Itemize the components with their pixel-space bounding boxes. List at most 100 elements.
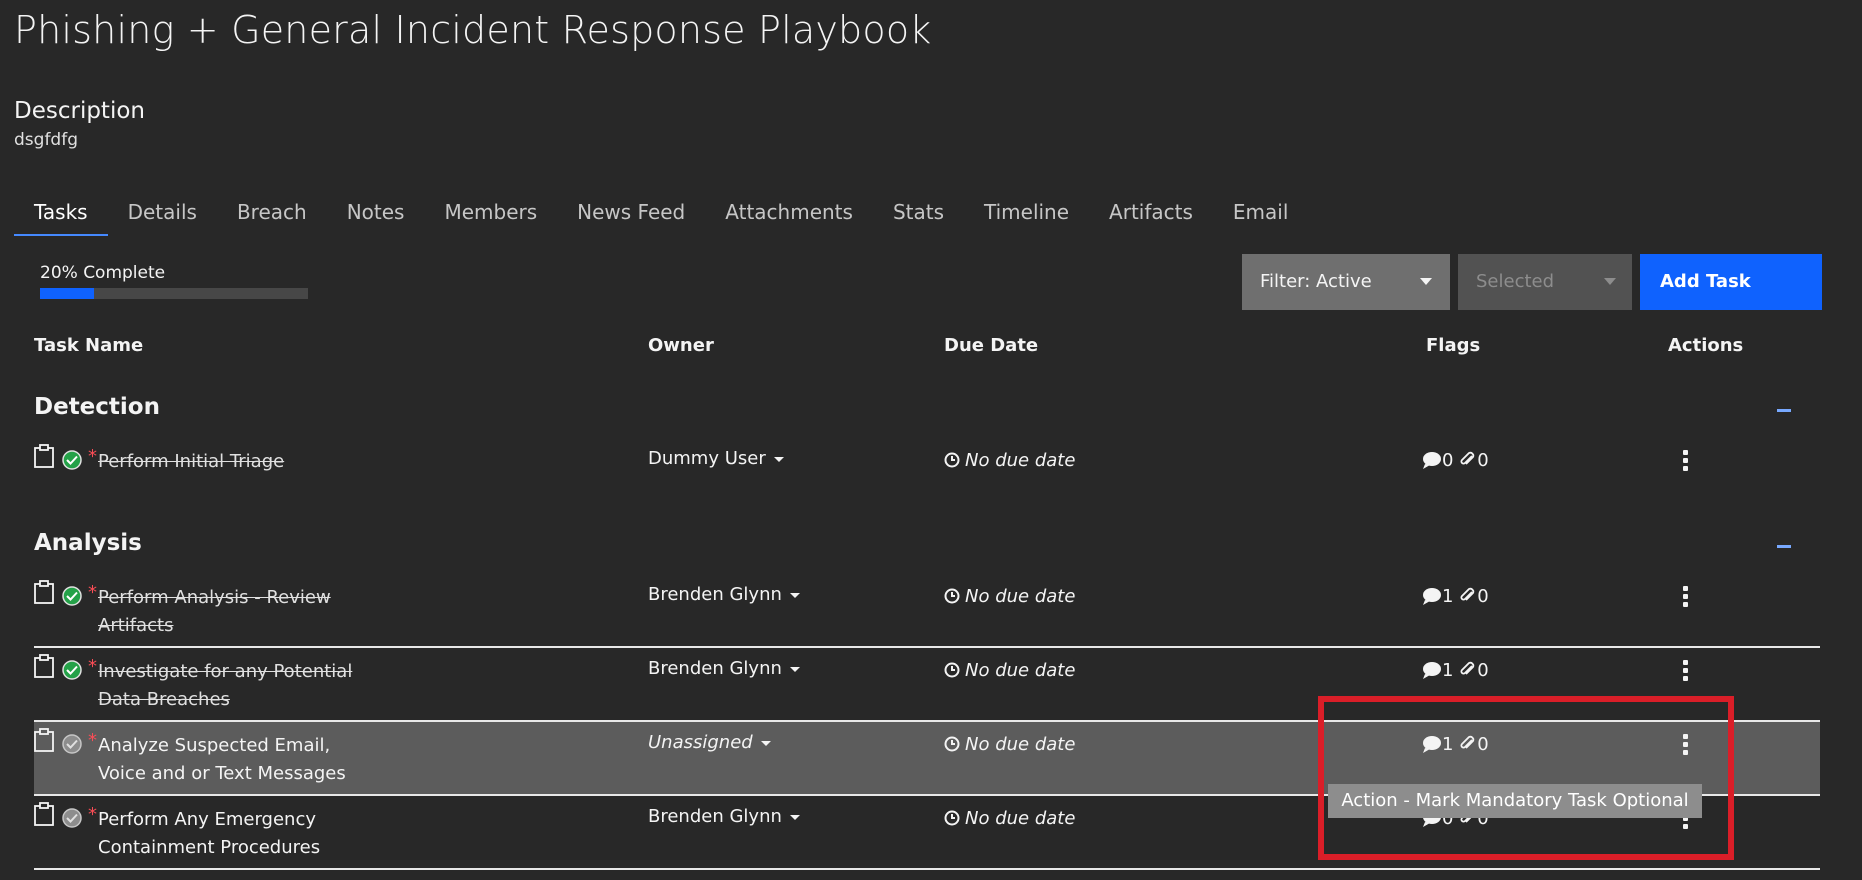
paperclip-icon[interactable] (1459, 587, 1477, 605)
owner-dropdown[interactable]: Brenden Glynn (648, 584, 800, 605)
collapse-analysis-icon[interactable] (1777, 545, 1791, 548)
comment-count: 1 (1442, 586, 1454, 607)
caret-down-icon (1420, 278, 1432, 285)
tab-notes[interactable]: Notes (327, 198, 425, 234)
task-row[interactable]: * Perform Initial Triage Dummy User No d… (34, 438, 1820, 511)
owner-name: Brenden Glynn (648, 658, 782, 679)
clipboard-icon[interactable] (34, 444, 54, 468)
tab-email[interactable]: Email (1213, 198, 1309, 234)
column-header-task-name[interactable]: Task Name (34, 335, 143, 356)
due-date: No due date (944, 450, 1075, 471)
filter-label: Filter: Active (1260, 271, 1372, 292)
progress-label: 20% Complete (40, 263, 166, 283)
owner-name: Brenden Glynn (648, 806, 782, 827)
attachment-count: 0 (1477, 586, 1489, 607)
tab-attachments[interactable]: Attachments (705, 198, 873, 234)
tab-artifacts[interactable]: Artifacts (1089, 198, 1213, 234)
flags: 1 0 (1422, 660, 1489, 681)
attachment-count: 0 (1477, 660, 1489, 681)
tab-news-feed[interactable]: News Feed (557, 198, 705, 234)
due-date: No due date (944, 586, 1075, 607)
comment-icon[interactable] (1422, 451, 1442, 469)
paperclip-icon[interactable] (1459, 451, 1477, 469)
filter-dropdown[interactable]: Filter: Active (1242, 254, 1450, 310)
comment-count: 0 (1442, 450, 1454, 471)
comment-icon[interactable] (1422, 661, 1442, 679)
flags: 1 0 (1422, 586, 1489, 607)
progress-bar (40, 288, 308, 299)
kebab-menu-icon[interactable] (1680, 450, 1690, 472)
clock-icon (944, 736, 960, 752)
progress-fill (40, 288, 94, 299)
task-name[interactable]: Investigate for any Potential Data Breac… (98, 658, 358, 714)
column-header-due-date[interactable]: Due Date (944, 335, 1038, 356)
clipboard-icon[interactable] (34, 728, 54, 752)
due-date-text: No due date (965, 660, 1076, 681)
task-name[interactable]: Perform Initial Triage (98, 448, 358, 476)
tab-stats[interactable]: Stats (873, 198, 964, 234)
task-row[interactable]: * Perform Analysis - Review Artifacts Br… (34, 574, 1820, 647)
row-divider (34, 868, 1820, 870)
due-date-text: No due date (965, 450, 1076, 471)
owner-name: Brenden Glynn (648, 584, 782, 605)
selected-label: Selected (1476, 271, 1555, 292)
required-star-icon: * (88, 730, 97, 751)
caret-down-icon (789, 666, 800, 672)
tab-details[interactable]: Details (108, 198, 217, 234)
check-circle-icon[interactable] (62, 734, 82, 754)
highlight-box (1318, 696, 1734, 860)
check-circle-icon[interactable] (62, 808, 82, 828)
due-date-text: No due date (965, 734, 1076, 755)
clipboard-icon[interactable] (34, 802, 54, 826)
due-date: No due date (944, 660, 1075, 681)
check-circle-icon[interactable] (62, 586, 82, 606)
tab-tasks[interactable]: Tasks (14, 198, 108, 236)
check-circle-icon[interactable] (62, 660, 82, 680)
add-task-button[interactable]: Add Task (1640, 254, 1822, 310)
paperclip-icon[interactable] (1459, 661, 1477, 679)
column-header-flags: Flags (1426, 335, 1481, 356)
clock-icon (944, 452, 960, 468)
caret-down-icon (773, 456, 784, 462)
tab-bar: Tasks Details Breach Notes Members News … (14, 198, 1308, 236)
column-header-owner[interactable]: Owner (648, 335, 714, 356)
column-header-actions: Actions (1668, 335, 1744, 356)
comment-icon[interactable] (1422, 587, 1442, 605)
comment-count: 1 (1442, 660, 1454, 681)
section-title-analysis: Analysis (34, 530, 142, 556)
caret-down-icon (1604, 278, 1616, 285)
clipboard-icon[interactable] (34, 580, 54, 604)
due-date-text: No due date (965, 808, 1076, 829)
clock-icon (944, 662, 960, 678)
due-date: No due date (944, 808, 1075, 829)
owner-dropdown[interactable]: Unassigned (648, 732, 771, 753)
due-date: No due date (944, 734, 1075, 755)
tab-timeline[interactable]: Timeline (964, 198, 1089, 234)
task-name[interactable]: Perform Analysis - Review Artifacts (98, 584, 358, 640)
owner-dropdown[interactable]: Dummy User (648, 448, 784, 469)
check-circle-icon[interactable] (62, 450, 82, 470)
task-name[interactable]: Analyze Suspected Email, Voice and or Te… (98, 732, 358, 788)
task-name[interactable]: Perform Any Emergency Containment Proced… (98, 806, 358, 862)
owner-dropdown[interactable]: Brenden Glynn (648, 806, 800, 827)
clock-icon (944, 588, 960, 604)
tab-members[interactable]: Members (424, 198, 557, 234)
owner-dropdown[interactable]: Brenden Glynn (648, 658, 800, 679)
selected-dropdown[interactable]: Selected (1458, 254, 1632, 310)
required-star-icon: * (88, 656, 97, 677)
owner-name: Unassigned (648, 732, 753, 753)
required-star-icon: * (88, 582, 97, 603)
description-value: dsgfdfg (14, 130, 78, 150)
clock-icon (944, 810, 960, 826)
tab-breach[interactable]: Breach (217, 198, 327, 234)
clipboard-icon[interactable] (34, 654, 54, 678)
kebab-menu-icon[interactable] (1680, 660, 1690, 682)
caret-down-icon (789, 814, 800, 820)
description-label: Description (14, 98, 145, 124)
kebab-menu-icon[interactable] (1680, 586, 1690, 608)
collapse-detection-icon[interactable] (1777, 409, 1791, 412)
required-star-icon: * (88, 446, 97, 467)
due-date-text: No due date (965, 586, 1076, 607)
owner-name: Dummy User (648, 448, 766, 469)
required-star-icon: * (88, 804, 97, 825)
